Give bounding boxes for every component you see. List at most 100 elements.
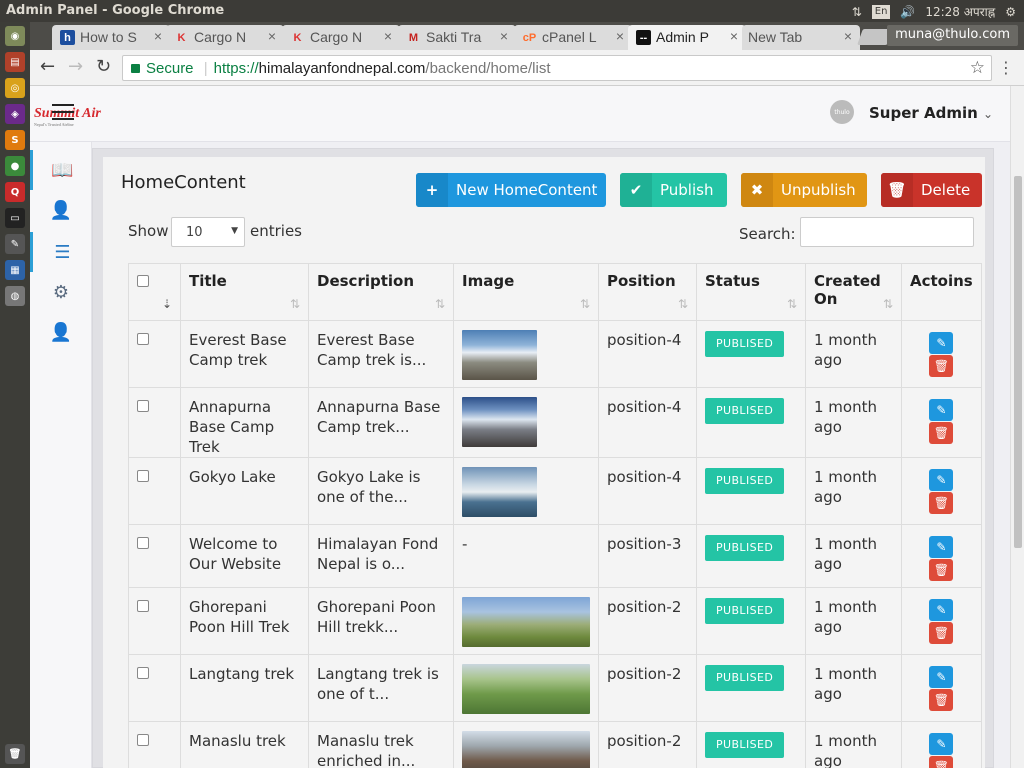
gear-icon[interactable]: ⚙	[30, 272, 92, 312]
bookmark-star-icon[interactable]: ☆	[970, 58, 985, 78]
trash-icon: 🗑	[881, 173, 913, 207]
book-icon[interactable]: 📖	[30, 150, 92, 190]
trash-icon[interactable]: 🗑	[929, 689, 954, 711]
chrome-icon[interactable]: ◎	[5, 78, 25, 98]
settings-gear-icon[interactable]: ⚙	[1005, 5, 1016, 19]
app-icon[interactable]: ◈	[5, 104, 25, 124]
thumbnail-image	[462, 397, 537, 447]
back-arrow-icon[interactable]: ←	[40, 56, 55, 77]
dash-icon[interactable]: ◉	[5, 26, 25, 46]
browser-tab[interactable]: h How to S ×	[52, 25, 170, 50]
row-checkbox[interactable]	[137, 537, 149, 549]
app-red-icon[interactable]: Q	[5, 182, 25, 202]
thumbnail-image	[462, 467, 537, 517]
edit-icon[interactable]: ✎	[929, 599, 954, 621]
tab-favicon-icon: h	[60, 30, 75, 45]
delete-button[interactable]: 🗑 Delete	[881, 173, 982, 207]
new-homecontent-button[interactable]: + New HomeContent	[416, 173, 606, 207]
column-header[interactable]: Created On ⇅	[805, 263, 902, 321]
keyboard-language[interactable]: En	[871, 4, 891, 19]
browser-tab[interactable]: New Tab ×	[742, 25, 860, 50]
profile-chip[interactable]: muna@thulo.com	[887, 25, 1018, 46]
trash-icon[interactable]: 🗑	[929, 756, 954, 768]
user-menu[interactable]: Super Admin ⌄	[869, 104, 993, 122]
status-cell: PUBLISED	[696, 524, 806, 588]
clock[interactable]: 12:28 अपराह्न	[925, 3, 995, 20]
trash-icon[interactable]: 🗑	[929, 492, 954, 514]
position-cell: position-4	[598, 387, 697, 458]
user-icon[interactable]: 👤	[30, 190, 92, 230]
list-icon[interactable]: ☰	[30, 232, 92, 272]
avatar[interactable]: thulo	[830, 100, 854, 124]
browser-tab[interactable]: cP cPanel L ×	[514, 25, 632, 50]
trash-icon[interactable]: 🗑	[929, 559, 954, 581]
row-checkbox[interactable]	[137, 600, 149, 612]
column-header[interactable]: Title ⇅	[180, 263, 309, 321]
sort-icon: ⇅	[434, 297, 445, 311]
close-tab-icon[interactable]: ×	[844, 28, 852, 44]
forward-arrow-icon[interactable]: →	[68, 56, 83, 77]
row-checkbox[interactable]	[137, 400, 149, 412]
browser-menu-icon[interactable]: ⋮	[998, 58, 1014, 77]
files-icon[interactable]: ▤	[5, 52, 25, 72]
text-editor-icon[interactable]: ✎	[5, 234, 25, 254]
edit-icon[interactable]: ✎	[929, 536, 954, 558]
tab-favicon-icon: K	[293, 31, 302, 44]
row-checkbox[interactable]	[137, 667, 149, 679]
title-cell: Ghorepani Poon Hill Trek	[180, 587, 309, 655]
title-cell: Gokyo Lake	[180, 457, 309, 525]
row-checkbox[interactable]	[137, 734, 149, 746]
button-label: Unpublish	[781, 181, 856, 199]
row-checkbox[interactable]	[137, 470, 149, 482]
row-checkbox[interactable]	[137, 333, 149, 345]
browser-tab[interactable]: M Sakti Tra ×	[398, 25, 516, 50]
column-header[interactable]: Position ⇅	[598, 263, 697, 321]
column-label: Actoins	[910, 272, 973, 290]
close-tab-icon[interactable]: ×	[268, 28, 276, 44]
close-tab-icon[interactable]: ×	[730, 28, 738, 44]
sublime-icon[interactable]: S	[5, 130, 25, 150]
volume-icon[interactable]: 🔊	[900, 5, 915, 19]
chevron-down-icon: ⌄	[983, 107, 994, 121]
image-placeholder: -	[462, 535, 468, 553]
edit-icon[interactable]: ✎	[929, 733, 954, 755]
browser-tab[interactable]: K Cargo N ×	[282, 25, 400, 50]
edit-icon[interactable]: ✎	[929, 469, 954, 491]
edit-icon[interactable]: ✎	[929, 332, 954, 354]
scrollbar-thumb[interactable]	[1014, 176, 1022, 548]
sort-icon[interactable]: ⇣	[162, 297, 172, 311]
trash-icon[interactable]: 🗑	[929, 355, 954, 377]
table-row: Everest Base Camp trek Everest Base Camp…	[128, 320, 982, 388]
page-scrollbar[interactable]	[1010, 86, 1024, 768]
terminal-icon[interactable]: ▭	[5, 208, 25, 228]
writer-icon[interactable]: ▦	[5, 260, 25, 280]
network-icon[interactable]: ⇅	[852, 5, 862, 19]
column-header[interactable]: Description ⇅	[308, 263, 454, 321]
close-tab-icon[interactable]: ×	[616, 28, 624, 44]
unpublish-button[interactable]: ✖ Unpublish	[741, 173, 867, 207]
column-header[interactable]: Image ⇅	[453, 263, 599, 321]
hamburger-menu-icon[interactable]	[52, 104, 74, 122]
close-tab-icon[interactable]: ×	[500, 28, 508, 44]
close-tab-icon[interactable]: ×	[154, 28, 162, 44]
actions-cell: ✎ 🗑	[901, 320, 982, 388]
column-header[interactable]: Status ⇅	[696, 263, 806, 321]
select-all-header: ⇣	[128, 263, 181, 321]
close-tab-icon[interactable]: ×	[384, 28, 392, 44]
entries-select[interactable]: 10 ▼	[171, 217, 245, 247]
publish-button[interactable]: ✔ Publish	[620, 173, 727, 207]
address-bar[interactable]: Secure | https://himalayanfondnepal.com/b…	[122, 55, 992, 81]
search-input[interactable]	[800, 217, 974, 247]
browser-tab-active[interactable]: -- Admin P ×	[628, 25, 746, 50]
trash-icon[interactable]: 🗑	[929, 422, 954, 444]
select-all-checkbox[interactable]	[137, 275, 149, 287]
edit-icon[interactable]: ✎	[929, 666, 954, 688]
app-green-icon[interactable]: ●	[5, 156, 25, 176]
edit-icon[interactable]: ✎	[929, 399, 954, 421]
browser-tab[interactable]: K Cargo N ×	[166, 25, 284, 50]
trash-icon[interactable]: 🗑	[929, 622, 954, 644]
screenshot-icon[interactable]: ◍	[5, 286, 25, 306]
trash-icon[interactable]: 🗑	[5, 744, 25, 764]
reload-icon[interactable]: ↻	[96, 56, 111, 77]
user-icon[interactable]: 👤	[30, 312, 92, 352]
